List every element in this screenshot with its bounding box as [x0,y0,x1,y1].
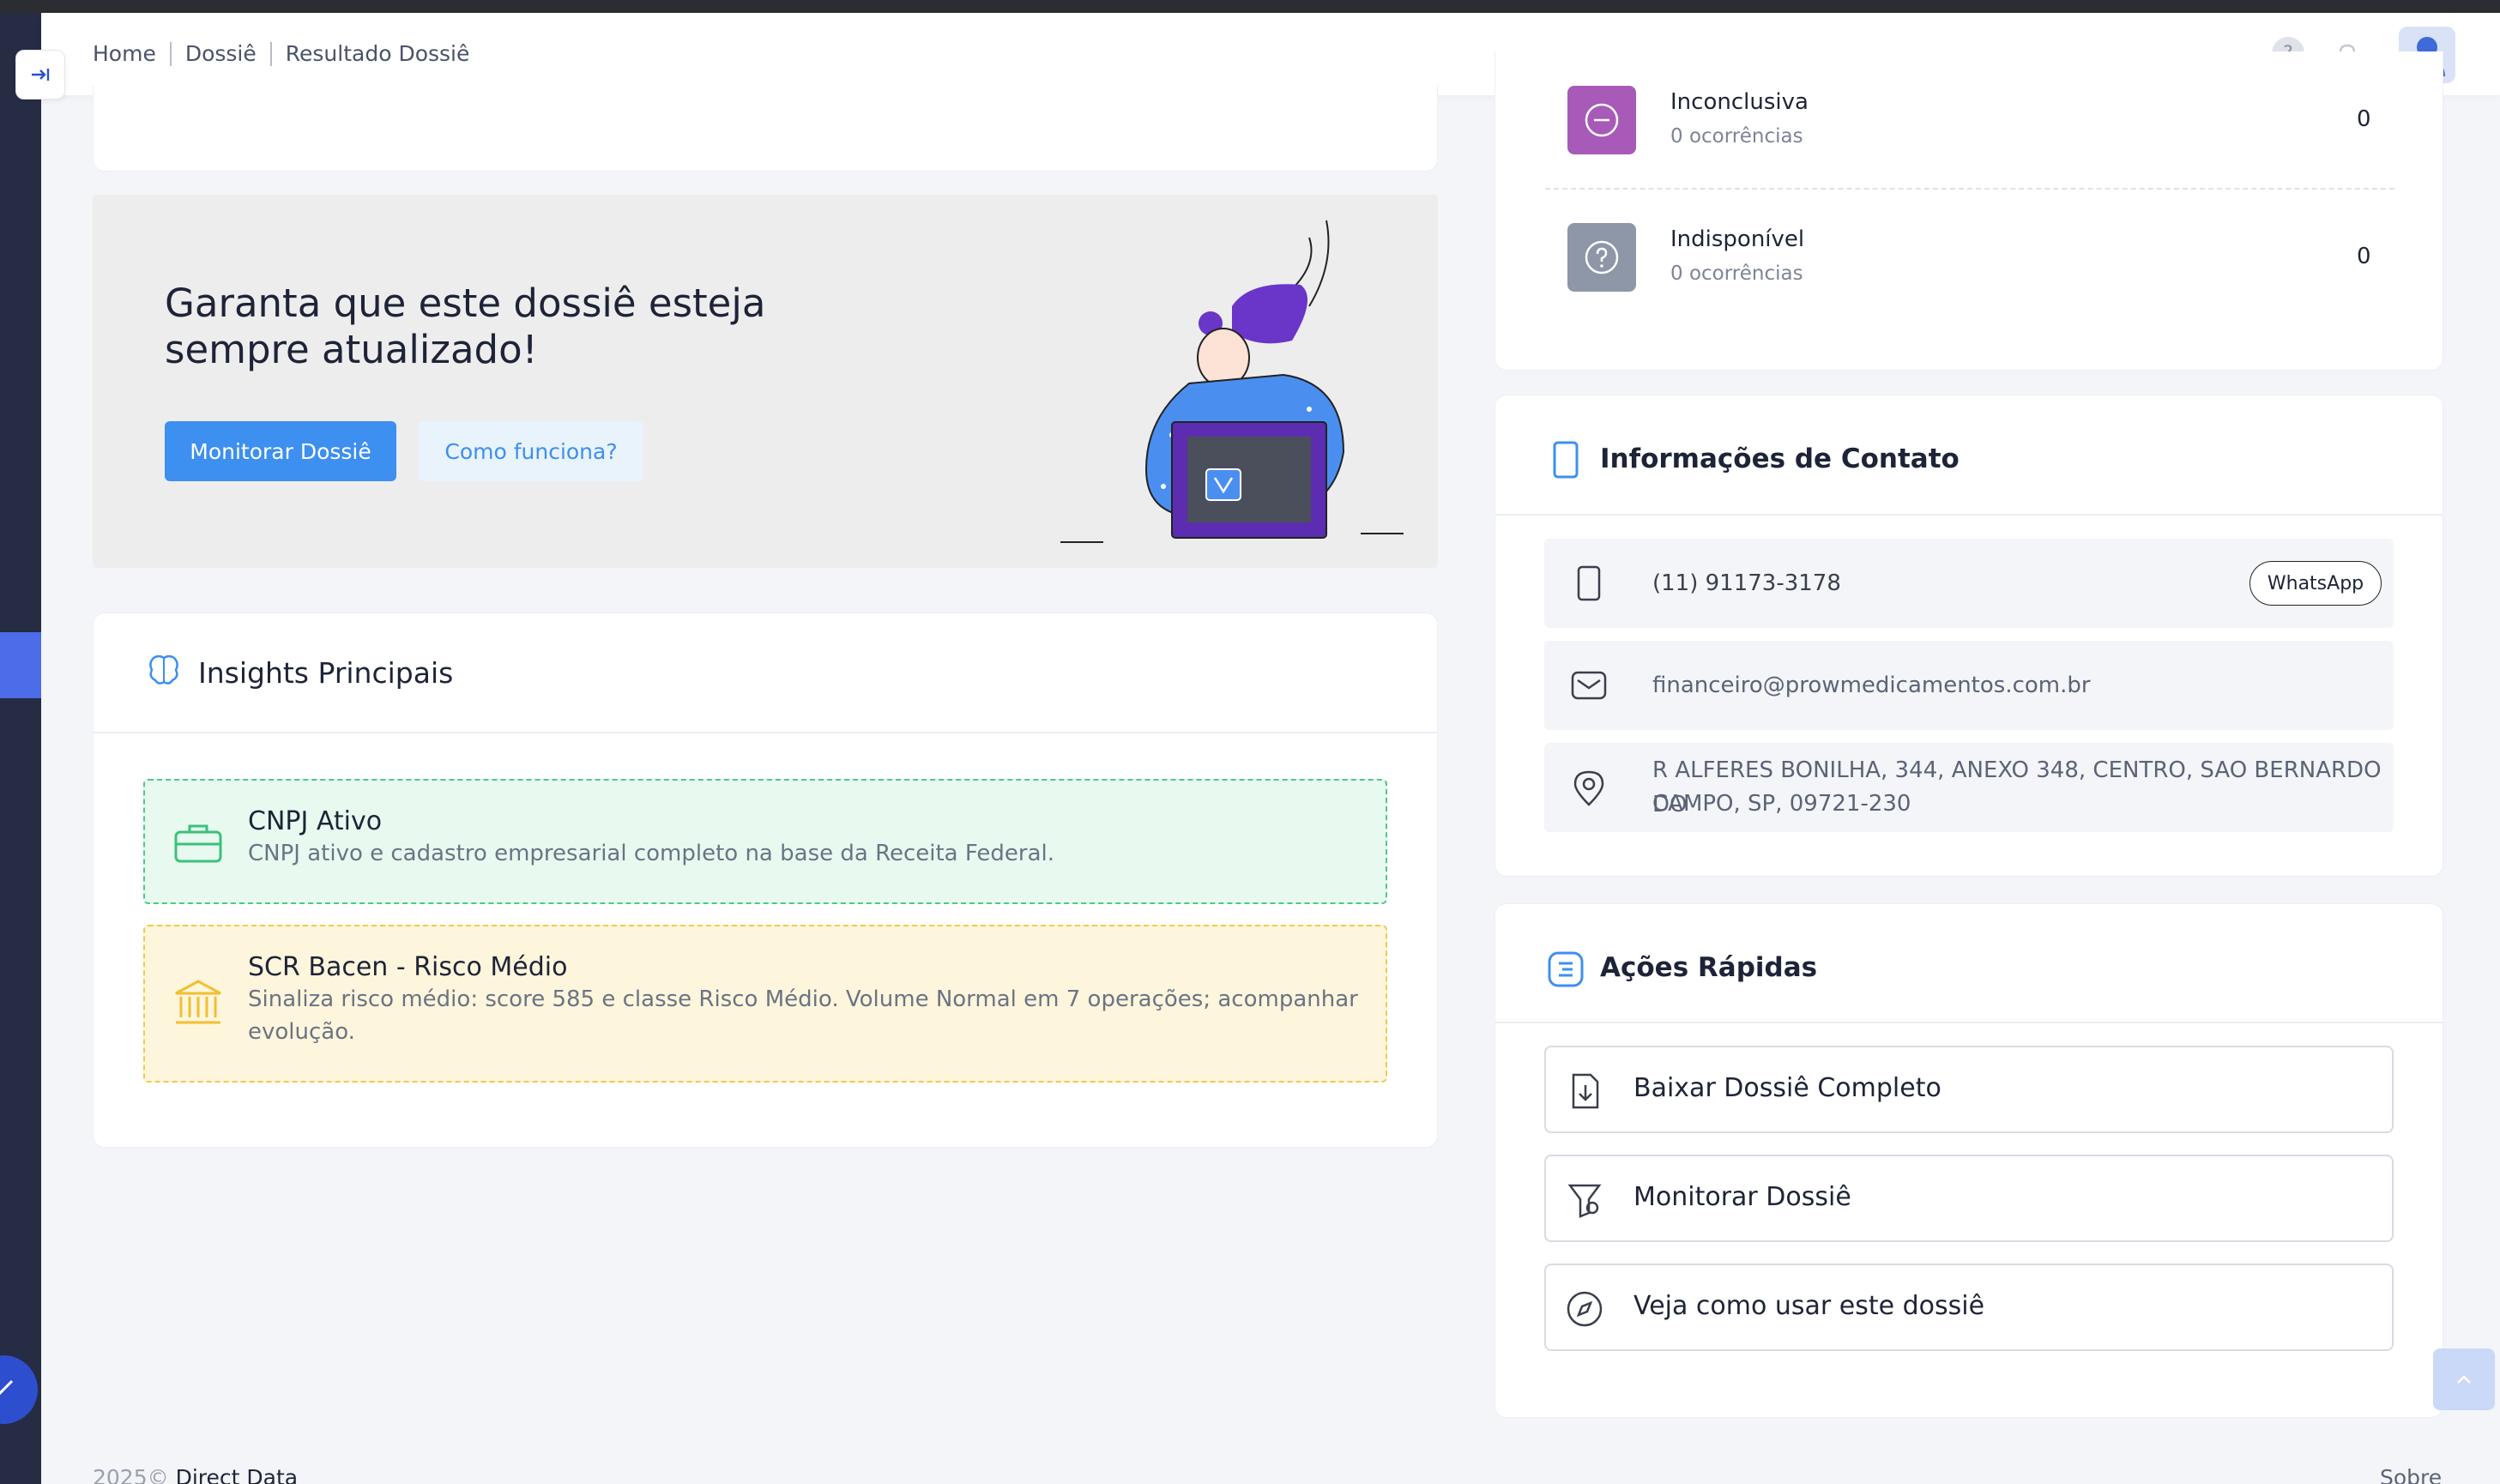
monitor-dossie-action-button[interactable]: Monitorar Dossiê [1544,1155,2394,1242]
summary-card-bottom [93,86,1438,172]
contact-address-line2: CAMPO, SP, 09721-230 [1652,791,1911,817]
download-dossie-button[interactable]: Baixar Dossiê Completo [1544,1046,2394,1133]
insights-divider [94,732,1437,733]
contact-phone[interactable]: (11) 91173-3178 [1652,566,1841,600]
whatsapp-button[interactable]: WhatsApp [2249,561,2382,606]
brain-icon [149,655,178,685]
sidebar-edit-icon[interactable] [0,1355,38,1424]
insight-title: CNPJ Ativo [248,806,383,836]
mobile-icon [1577,565,1601,601]
woman-laptop-illustration [1060,220,1404,543]
insights-card: Insights Principais CNPJ Ativo CNPJ ativ… [93,612,1438,1148]
actions-divider [1495,1022,2443,1023]
insight-title: SCR Bacen - Risco Médio [248,952,568,982]
actions-title: Ações Rápidas [1600,952,1818,983]
monitor-search-icon [1567,1184,1602,1218]
insights-title: Insights Principais [198,656,454,690]
insight-description: CNPJ ativo e cadastro empresarial comple… [248,841,1055,866]
footer-about-link[interactable]: Sobre [2380,1465,2442,1484]
arrow-right-icon [32,69,50,81]
stat-value: 0 [2357,106,2371,132]
insight-description: Sinaliza risco médio: score 585 e classe… [248,986,1358,1045]
footer-brand[interactable]: Direct Data [176,1465,299,1484]
phone-icon [1553,441,1579,479]
contact-phone-row: (11) 91173-3178 WhatsApp [1544,539,2394,628]
breadcrumb: Home Dossiê Resultado Dossiê [93,41,469,66]
briefcase-icon [174,824,222,863]
minus-circle-icon [1567,86,1636,154]
list-icon [1548,951,1584,987]
action-label: Veja como usar este dossiê [1633,1291,1985,1321]
sidebar [0,13,41,1484]
insight-item[interactable]: CNPJ Ativo CNPJ ativo e cadastro empresa… [143,779,1387,904]
breadcrumb-home[interactable]: Home [93,41,156,66]
sidebar-toggle-button[interactable] [15,50,65,100]
stats-card: Inconclusiva 0 ocorrências 0 Indisponíve… [1495,51,2443,371]
stat-subtitle: 0 ocorrências [1670,262,1803,285]
contact-title: Informações de Contato [1600,443,1960,474]
how-to-use-button[interactable]: Veja como usar este dossiê [1544,1264,2394,1351]
stat-subtitle: 0 ocorrências [1670,125,1803,148]
stats-divider [1545,188,2394,190]
location-pin-icon [1573,770,1604,806]
contact-email[interactable]: financeiro@prowmedicamentos.com.br [1652,668,2091,703]
window-top-strip [0,0,2500,13]
breadcrumb-separator [269,41,272,66]
question-circle-icon [1567,223,1636,292]
action-label: Baixar Dossiê Completo [1633,1073,1941,1103]
banner-title: Garanta que este dossiê esteja sempre at… [165,281,766,372]
compass-icon [1567,1291,1603,1327]
monitor-banner: Garanta que este dossiê esteja sempre at… [93,195,1438,568]
how-it-works-button[interactable]: Como funciona? [419,421,643,481]
chevron-up-icon [2457,1375,2471,1384]
action-label: Monitorar Dossiê [1633,1182,1851,1212]
footer-copyright: 2025© Direct Data [93,1465,298,1484]
contact-email-row: financeiro@prowmedicamentos.com.br [1544,641,2394,730]
sidebar-active-item[interactable] [0,632,41,698]
scroll-to-top-button[interactable] [2433,1348,2495,1410]
stat-title: Indisponível [1670,226,1805,252]
stat-title: Inconclusiva [1670,89,1809,115]
insight-item[interactable]: SCR Bacen - Risco Médio Sinaliza risco m… [143,925,1387,1083]
contact-address-row: R ALFERES BONILHA, 344, ANEXO 348, CENTR… [1544,743,2394,832]
breadcrumb-current: Resultado Dossiê [285,41,470,66]
bank-icon [175,980,221,1024]
stat-value: 0 [2357,244,2371,269]
footer-year: 2025© [93,1465,169,1484]
file-download-icon [1572,1073,1599,1109]
breadcrumb-dossie[interactable]: Dossiê [185,41,257,66]
breadcrumb-separator [169,41,172,66]
contact-divider [1495,514,2443,516]
monitor-dossie-button[interactable]: Monitorar Dossiê [165,421,396,481]
mail-icon [1571,671,1607,700]
